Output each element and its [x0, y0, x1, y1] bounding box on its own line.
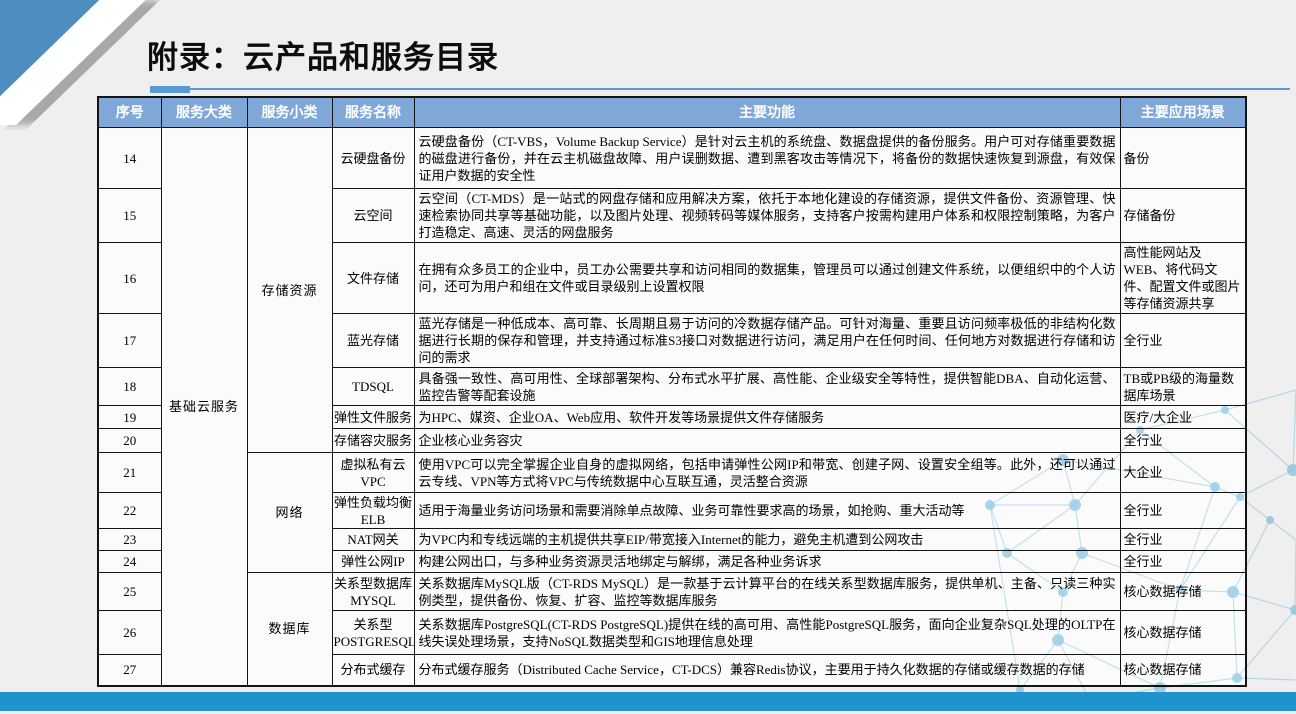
title-underline-line [190, 88, 1290, 90]
service-name-cell: NAT网关 [332, 529, 414, 551]
col-header-major: 服务大类 [161, 97, 247, 128]
col-header-name: 服务名称 [332, 97, 414, 128]
scenario-cell: 高性能网站及WEB、将代码文件、配置文件或图片等存储资源共享 [1120, 243, 1246, 314]
function-cell: 企业核心业务容灾 [414, 429, 1120, 453]
row-no: 24 [98, 551, 161, 573]
major-category-cell: 基础云服务 [161, 128, 247, 686]
service-name-cell: 弹性文件服务 [332, 406, 414, 429]
function-cell: 分布式缓存服务（Distributed Cache Service，CT-DCS… [414, 655, 1120, 686]
row-no: 21 [98, 453, 161, 493]
service-name-cell: 关系型 POSTGRESQL [332, 611, 414, 655]
bottom-accent-bar [0, 692, 1296, 711]
table-header-row: 序号 服务大类 服务小类 服务名称 主要功能 主要应用场景 [98, 97, 1246, 128]
cloud-products-table: 序号 服务大类 服务小类 服务名称 主要功能 主要应用场景 14 基础云服务 存… [97, 96, 1247, 687]
scenario-cell: TB或PB级的海量数据库场景 [1120, 368, 1246, 406]
corner-decoration [0, 0, 160, 125]
scenario-cell: 大企业 [1120, 453, 1246, 493]
service-name-cell: 弹性公网IP [332, 551, 414, 573]
function-cell: 具备强一致性、高可用性、全球部署架构、分布式水平扩展、高性能、企业级安全等特性，… [414, 368, 1120, 406]
function-cell: 构建公网出口，与多种业务资源灵活地绑定与解绑，满足各种业务诉求 [414, 551, 1120, 573]
row-no: 14 [98, 128, 161, 189]
service-name-cell: 蓝光存储 [332, 314, 414, 368]
scenario-cell: 全行业 [1120, 551, 1246, 573]
minor-category-cell: 存储资源 [247, 128, 332, 453]
function-cell: 云硬盘备份（CT-VBS，Volume Backup Service）是针对云主… [414, 128, 1120, 189]
col-header-minor: 服务小类 [247, 97, 332, 128]
service-name-cell: 虚拟私有云 VPC [332, 453, 414, 493]
function-cell: 使用VPC可以完全掌握企业自身的虚拟网络，包括申请弹性公网IP和带宽、创建子网、… [414, 453, 1120, 493]
scenario-cell: 核心数据存储 [1120, 611, 1246, 655]
function-cell: 蓝光存储是一种低成本、高可靠、长周期且易于访问的冷数据存储产品。可针对海量、重要… [414, 314, 1120, 368]
function-cell: 关系数据库PostgreSQL(CT-RDS PostgreSQL)提供在线的高… [414, 611, 1120, 655]
table-row: 25 数据库 关系型数据库 MYSQL 关系数据库MySQL版（CT-RDS M… [98, 573, 1246, 611]
row-no: 20 [98, 429, 161, 453]
service-name-cell: 分布式缓存 [332, 655, 414, 686]
scenario-cell: 存储备份 [1120, 189, 1246, 243]
row-no: 18 [98, 368, 161, 406]
row-no: 27 [98, 655, 161, 686]
scenario-cell: 医疗/大企业 [1120, 406, 1246, 429]
row-no: 17 [98, 314, 161, 368]
service-name-cell: 存储容灾服务 [332, 429, 414, 453]
row-no: 15 [98, 189, 161, 243]
service-name-cell: 弹性负载均衡 ELB [332, 493, 414, 529]
row-no: 19 [98, 406, 161, 429]
minor-category-cell: 网络 [247, 453, 332, 573]
title-underline-accent [150, 86, 190, 93]
service-name-cell: 文件存储 [332, 243, 414, 314]
table-row: 14 基础云服务 存储资源 云硬盘备份 云硬盘备份（CT-VBS，Volume … [98, 128, 1246, 189]
scenario-cell: 备份 [1120, 128, 1246, 189]
service-name-cell: TDSQL [332, 368, 414, 406]
scenario-cell: 核心数据存储 [1120, 655, 1246, 686]
row-no: 25 [98, 573, 161, 611]
service-name-cell: 关系型数据库 MYSQL [332, 573, 414, 611]
function-cell: 云空间（CT-MDS）是一站式的网盘存储和应用解决方案，依托于本地化建设的存储资… [414, 189, 1120, 243]
scenario-cell: 全行业 [1120, 493, 1246, 529]
row-no: 22 [98, 493, 161, 529]
scenario-cell: 核心数据存储 [1120, 573, 1246, 611]
function-cell: 适用于海量业务访问场景和需要消除单点故障、业务可靠性要求高的场景，如抢购、重大活… [414, 493, 1120, 529]
table-row: 21 网络 虚拟私有云 VPC 使用VPC可以完全掌握企业自身的虚拟网络，包括申… [98, 453, 1246, 493]
scenario-cell: 全行业 [1120, 314, 1246, 368]
function-cell: 关系数据库MySQL版（CT-RDS MySQL）是一款基于云计算平台的在线关系… [414, 573, 1120, 611]
function-cell: 为HPC、媒资、企业OA、Web应用、软件开发等场景提供文件存储服务 [414, 406, 1120, 429]
function-cell: 在拥有众多员工的企业中，员工办公需要共享和访问相同的数据集，管理员可以通过创建文… [414, 243, 1120, 314]
row-no: 23 [98, 529, 161, 551]
col-header-scenario: 主要应用场景 [1120, 97, 1246, 128]
row-no: 26 [98, 611, 161, 655]
scenario-cell: 全行业 [1120, 529, 1246, 551]
function-cell: 为VPC内和专线远端的主机提供共享EIP/带宽接入Internet的能力，避免主… [414, 529, 1120, 551]
row-no: 16 [98, 243, 161, 314]
page-title: 附录：云产品和服务目录 [147, 32, 499, 77]
service-name-cell: 云空间 [332, 189, 414, 243]
scenario-cell: 全行业 [1120, 429, 1246, 453]
title-underline [150, 86, 1290, 94]
minor-category-cell: 数据库 [247, 573, 332, 686]
service-name-cell: 云硬盘备份 [332, 128, 414, 189]
col-header-function: 主要功能 [414, 97, 1120, 128]
